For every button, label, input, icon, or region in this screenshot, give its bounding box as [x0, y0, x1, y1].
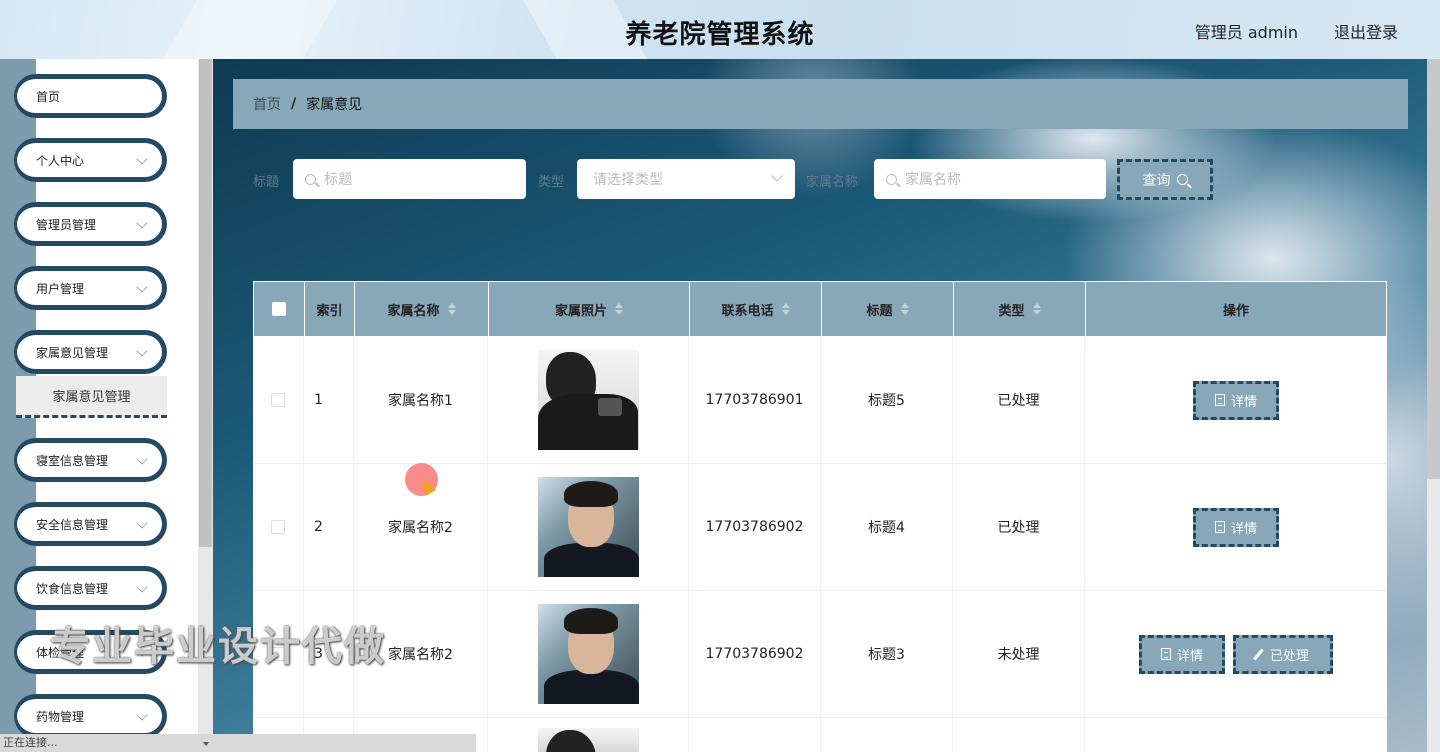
query-button[interactable]: 查询 — [1117, 159, 1213, 200]
header-title[interactable]: 标题 — [822, 282, 954, 336]
search-icon — [886, 173, 897, 185]
family-name-search-input[interactable]: 家属名称 — [874, 159, 1106, 199]
row-phone: 17703786902 — [689, 464, 821, 590]
family-photo — [537, 477, 639, 577]
row-phone: 17703786902 — [689, 591, 821, 717]
header-type[interactable]: 类型 — [954, 282, 1086, 336]
row-title: 标题3 — [821, 591, 953, 717]
chevron-down-icon — [136, 709, 148, 721]
header-index: 索引 — [305, 282, 355, 336]
mark-processed-button[interactable]: 已处理 — [1233, 634, 1333, 674]
sort-icon[interactable] — [447, 303, 456, 315]
row-phone: 17703786901 — [689, 337, 821, 463]
title-search-input[interactable]: 标题 — [293, 159, 526, 199]
chevron-down-icon — [136, 345, 148, 357]
browser-status-bar: 正在连接... — [0, 734, 476, 752]
main-scrollbar[interactable] — [1427, 59, 1440, 752]
family-photo — [537, 604, 639, 704]
sidebar-item-diet-info[interactable]: 饮食信息管理 — [14, 566, 167, 610]
sidebar-item-admin-management[interactable]: 管理员管理 — [14, 202, 167, 246]
family-photo — [537, 350, 639, 450]
sidebar-scrollbar[interactable] — [199, 59, 212, 547]
sidebar-item-personal-center[interactable]: 个人中心 — [14, 138, 167, 182]
breadcrumb-separator: / — [291, 96, 297, 112]
breadcrumb-home[interactable]: 首页 — [253, 94, 281, 114]
type-select[interactable]: 请选择类型 — [577, 159, 795, 199]
header-family-name[interactable]: 家属名称 — [355, 282, 489, 336]
chevron-down-icon — [136, 281, 148, 293]
sort-icon[interactable] — [1032, 303, 1041, 315]
header-actions: 操作 — [1222, 303, 1249, 319]
app-header: 养老院管理系统 管理员 admin 退出登录 — [0, 0, 1440, 59]
row-index: 2 — [304, 464, 354, 590]
title-label: 标题 — [253, 175, 280, 190]
table-row: 1 家属名称1 17703786901 标题5 已处理 详情 — [253, 337, 1387, 464]
sidebar-item-dorm-info[interactable]: 寝室信息管理 — [14, 438, 167, 482]
document-icon — [1160, 648, 1171, 660]
chevron-down-icon — [136, 453, 148, 465]
header-family-photo[interactable]: 家属照片 — [489, 282, 690, 336]
search-icon — [1176, 174, 1188, 185]
logout-link[interactable]: 退出登录 — [1334, 19, 1398, 43]
data-table: 索引 家属名称 家属照片 联系电话 标题 类型 操作 1 家属名称1 17703… — [253, 281, 1387, 752]
sidebar-item-user-management[interactable]: 用户管理 — [14, 266, 167, 310]
scroll-down-arrow-icon[interactable] — [203, 742, 209, 746]
row-title: 标题5 — [821, 337, 953, 463]
row-actions: 详情 — [1085, 337, 1387, 463]
sidebar-item-safety-info[interactable]: 安全信息管理 — [14, 502, 167, 546]
sidebar-item-family-feedback[interactable]: 家属意见管理 — [14, 330, 167, 374]
row-type: 未处理 — [953, 591, 1085, 717]
sidebar-subitem-family-feedback[interactable]: 家属意见管理 — [16, 376, 167, 418]
chevron-down-icon — [136, 517, 148, 529]
sidebar-item-home[interactable]: 首页 — [14, 74, 167, 118]
row-checkbox[interactable] — [271, 520, 285, 534]
row-index: 1 — [304, 337, 354, 463]
chevron-down-icon — [136, 581, 148, 593]
chevron-down-icon — [136, 153, 148, 165]
table-header: 索引 家属名称 家属照片 联系电话 标题 类型 操作 — [253, 281, 1387, 337]
table-row: 3 家属名称2 17703786902 标题3 未处理 详情 已处理 — [253, 591, 1387, 718]
detail-button[interactable]: 详情 — [1193, 507, 1279, 547]
sort-icon[interactable] — [900, 303, 909, 315]
sidebar-item-medicine[interactable]: 药物管理 — [14, 694, 167, 738]
breadcrumb: 首页 / 家属意见 — [233, 79, 1408, 129]
row-type: 已处理 — [953, 337, 1085, 463]
admin-label: 管理员 admin — [1194, 23, 1298, 42]
edit-icon — [1253, 648, 1264, 660]
row-actions: 详情 已处理 — [1085, 591, 1387, 717]
sort-icon[interactable] — [615, 303, 623, 315]
select-all-checkbox[interactable] — [272, 302, 286, 316]
main-content: 首页 / 家属意见 标题 标题 类型 请选择类型 家属名称 家属名称 查询 索引… — [213, 59, 1440, 752]
row-title: 标题4 — [821, 464, 953, 590]
chevron-down-icon — [136, 217, 148, 229]
select-all-cell — [254, 282, 305, 336]
header-phone[interactable]: 联系电话 — [690, 282, 822, 336]
row-type: 已处理 — [953, 464, 1085, 590]
detail-button[interactable]: 详情 — [1193, 380, 1279, 420]
row-actions: 详情 — [1085, 464, 1387, 590]
family-photo — [537, 728, 639, 752]
row-checkbox[interactable] — [271, 393, 285, 407]
detail-button[interactable]: 详情 — [1139, 634, 1225, 674]
document-icon — [1214, 521, 1225, 533]
chevron-down-icon — [771, 170, 783, 182]
type-label: 类型 — [538, 175, 565, 190]
watermark-text: 专业毕业设计代做 — [50, 624, 386, 670]
family-name-label: 家属名称 — [806, 175, 859, 190]
document-icon — [1214, 394, 1225, 406]
breadcrumb-current: 家属意见 — [306, 97, 363, 113]
sort-icon[interactable] — [781, 303, 790, 315]
search-icon — [305, 173, 316, 185]
row-family-name: 家属名称1 — [354, 337, 488, 463]
